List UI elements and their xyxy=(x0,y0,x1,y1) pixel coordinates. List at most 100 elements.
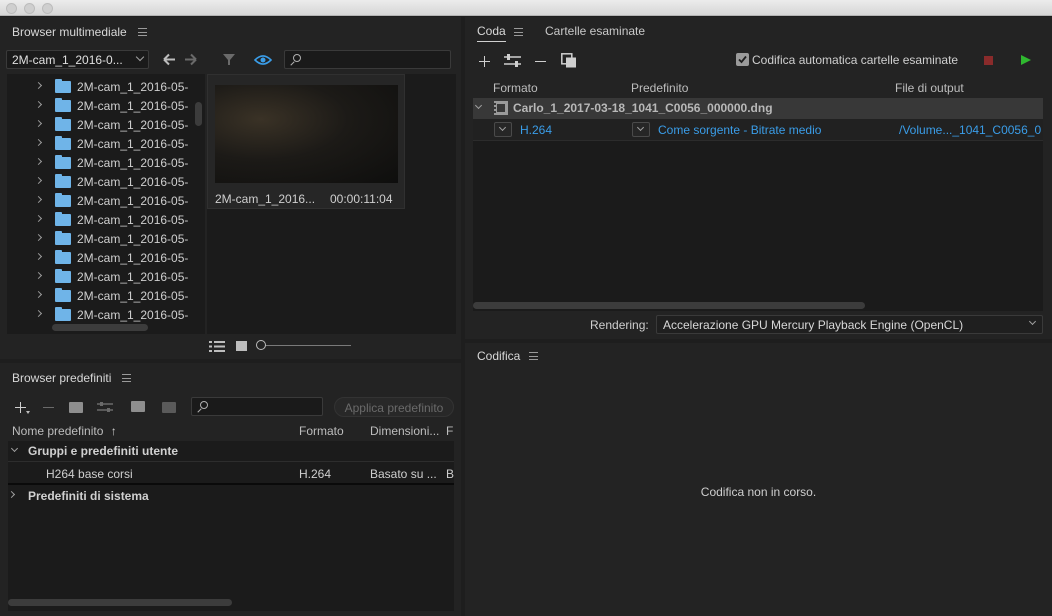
stop-queue-icon[interactable] xyxy=(984,56,993,65)
chevron-down-icon xyxy=(636,123,645,132)
folder-label: 2M-cam_1_2016-05- xyxy=(77,137,189,151)
import-preset-icon[interactable] xyxy=(131,401,145,412)
new-preset-icon[interactable] xyxy=(15,402,26,413)
location-dropdown[interactable]: 2M-cam_1_2016-0... xyxy=(6,50,149,69)
minimize-window-button[interactable] xyxy=(24,3,35,14)
folder-icon xyxy=(55,269,71,283)
column-preset-name[interactable]: Nome predefinito ↑ xyxy=(12,424,117,438)
icon-view-icon[interactable] xyxy=(236,341,247,351)
column-dimensions[interactable]: Dimensioni... xyxy=(370,424,439,438)
folder-tree-item[interactable]: 2M-cam_1_2016-05- xyxy=(7,153,197,172)
preset-group-row[interactable]: Gruppi e predefiniti utente xyxy=(8,441,454,462)
folder-tree-item[interactable]: 2M-cam_1_2016-05- xyxy=(7,96,197,115)
preset-format: H.264 xyxy=(299,467,332,481)
media-search-input[interactable] xyxy=(284,50,451,69)
media-browser-menu-icon[interactable] xyxy=(138,28,147,36)
rendering-dropdown[interactable]: Accelerazione GPU Mercury Playback Engin… xyxy=(656,315,1043,334)
remove-preset-icon[interactable] xyxy=(43,407,54,408)
export-preset-icon[interactable] xyxy=(162,402,176,413)
folder-label: 2M-cam_1_2016-05- xyxy=(77,118,189,132)
list-view-icon[interactable] xyxy=(209,341,225,352)
chevron-right-icon xyxy=(34,157,43,166)
close-window-button[interactable] xyxy=(6,3,17,14)
chevron-down-icon xyxy=(135,52,145,62)
media-thumbnail[interactable]: 2M-cam_1_2016... 00:00:11:04 xyxy=(207,74,405,209)
media-file-icon xyxy=(494,101,508,115)
settings-icon[interactable] xyxy=(97,401,113,414)
encoding-menu-icon[interactable] xyxy=(529,352,538,360)
folder-label: 2M-cam_1_2016-05- xyxy=(77,308,189,322)
folder-tree-item[interactable]: 2M-cam_1_2016-05- xyxy=(7,191,197,210)
chevron-right-icon xyxy=(34,214,43,223)
folder-label: 2M-cam_1_2016-05- xyxy=(77,213,189,227)
preset-settings-icon[interactable] xyxy=(504,53,521,68)
apply-preset-button[interactable]: Applica predefinito xyxy=(334,397,454,417)
zoom-window-button[interactable] xyxy=(42,3,53,14)
preset-horizontal-scrollbar[interactable] xyxy=(8,599,232,606)
chevron-right-icon xyxy=(34,290,43,299)
column-format[interactable]: Formato xyxy=(299,424,344,438)
folder-icon xyxy=(55,212,71,226)
folder-tree-item[interactable]: 2M-cam_1_2016-05- xyxy=(7,229,197,248)
start-queue-icon[interactable] xyxy=(1021,55,1031,65)
format-dropdown[interactable] xyxy=(494,122,512,137)
queue-output-row[interactable]: H.264 Come sorgente - Bitrate medio /Vol… xyxy=(473,119,1043,141)
folder-icon xyxy=(55,117,71,131)
preset-search-input[interactable] xyxy=(191,397,323,416)
chevron-down-icon xyxy=(1028,317,1037,326)
preset-browser-title: Browser predefiniti xyxy=(12,371,112,385)
preset-browser-menu-icon[interactable] xyxy=(122,374,131,382)
filter-icon[interactable] xyxy=(222,52,236,67)
preset-group-icon[interactable] xyxy=(69,402,83,413)
chevron-right-icon xyxy=(34,176,43,185)
queue-preset-link[interactable]: Come sorgente - Bitrate medio xyxy=(658,123,821,137)
search-icon xyxy=(200,401,208,409)
duplicate-icon[interactable] xyxy=(561,53,577,68)
remove-item-icon[interactable] xyxy=(535,61,546,62)
media-browser-title: Browser multimediale xyxy=(12,25,127,39)
chevron-right-icon xyxy=(34,81,43,90)
folder-label: 2M-cam_1_2016-05- xyxy=(77,194,189,208)
tab-queue[interactable]: Coda xyxy=(477,24,506,42)
thumbnail-duration: 00:00:11:04 xyxy=(330,192,393,206)
add-source-icon[interactable] xyxy=(479,56,490,67)
preset-group-row[interactable]: Predefiniti di sistema xyxy=(7,486,454,506)
folder-tree-item[interactable]: 2M-cam_1_2016-05- xyxy=(7,210,197,229)
rendering-label: Rendering: xyxy=(590,318,649,332)
preset-row[interactable]: H264 base corsi H.264 Basato su ... B xyxy=(8,463,454,485)
tab-watch-folders[interactable]: Cartelle esaminate xyxy=(545,24,645,38)
folder-label: 2M-cam_1_2016-05- xyxy=(77,99,189,113)
zoom-slider-handle[interactable] xyxy=(256,340,266,350)
folder-tree-item[interactable]: 2M-cam_1_2016-05- xyxy=(7,115,197,134)
folder-tree-item[interactable]: 2M-cam_1_2016-05- xyxy=(7,267,197,286)
folder-tree-item[interactable]: 2M-cam_1_2016-05- xyxy=(7,134,197,153)
preset-dropdown[interactable] xyxy=(632,122,650,137)
folder-label: 2M-cam_1_2016-05- xyxy=(77,156,189,170)
tree-horizontal-scrollbar[interactable] xyxy=(52,324,148,331)
chevron-right-icon xyxy=(34,309,43,318)
chevron-right-icon xyxy=(34,138,43,147)
folder-tree-item[interactable]: 2M-cam_1_2016-05- xyxy=(7,286,197,305)
tree-vertical-scrollbar[interactable] xyxy=(195,102,202,126)
eye-icon[interactable] xyxy=(254,54,272,66)
folder-label: 2M-cam_1_2016-05- xyxy=(77,232,189,246)
back-arrow-icon[interactable] xyxy=(163,53,197,66)
encoding-status: Codifica non in corso. xyxy=(700,485,817,499)
folder-label: 2M-cam_1_2016-05- xyxy=(77,175,189,189)
zoom-slider-track[interactable] xyxy=(264,345,351,346)
queue-menu-icon[interactable] xyxy=(514,28,523,36)
folder-tree-item[interactable]: 2M-cam_1_2016-05- xyxy=(7,77,197,96)
folder-tree-item[interactable]: 2M-cam_1_2016-05- xyxy=(7,172,197,191)
queue-source-name: Carlo_1_2017-03-18_1041_C0056_000000.dng xyxy=(513,101,773,115)
queue-format-link[interactable]: H.264 xyxy=(520,123,552,137)
queue-source-row[interactable]: Carlo_1_2017-03-18_1041_C0056_000000.dng xyxy=(473,98,1043,119)
folder-label: 2M-cam_1_2016-05- xyxy=(77,270,189,284)
folder-tree-item[interactable]: 2M-cam_1_2016-05- xyxy=(7,305,197,324)
queue-output-link[interactable]: /Volume..._1041_C0056_0 xyxy=(899,123,1043,137)
column-f[interactable]: F xyxy=(446,424,454,438)
auto-encode-checkbox[interactable] xyxy=(736,53,749,66)
folder-tree-item[interactable]: 2M-cam_1_2016-05- xyxy=(7,248,197,267)
search-icon xyxy=(293,54,301,62)
folder-icon xyxy=(55,307,71,321)
queue-horizontal-scrollbar[interactable] xyxy=(473,302,865,309)
